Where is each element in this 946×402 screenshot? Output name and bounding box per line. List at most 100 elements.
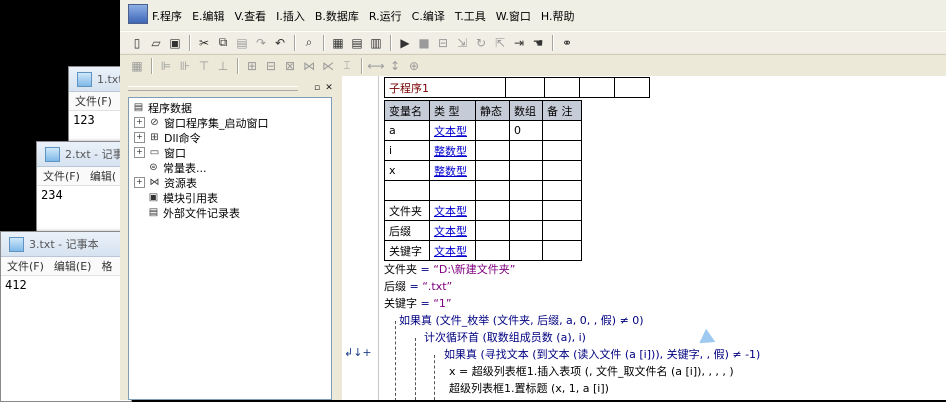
- var-static[interactable]: [475, 180, 510, 201]
- app-icon[interactable]: [128, 4, 148, 24]
- code-line-2[interactable]: 后缀 = “.txt”: [384, 278, 452, 295]
- binoculars-icon[interactable]: ⚭: [558, 34, 576, 52]
- align-left-icon[interactable]: ⊫: [157, 57, 175, 75]
- same-width-icon[interactable]: ⊞: [243, 57, 261, 75]
- editor-gutter[interactable]: ↲↓+: [342, 76, 379, 400]
- tree-node-dll[interactable]: + ⊞ Dll命令: [129, 130, 331, 145]
- table-cell[interactable]: [614, 77, 650, 98]
- vertical-space-icon[interactable]: ⋉: [319, 57, 337, 75]
- var-name[interactable]: 后缀: [384, 220, 430, 241]
- window-panel-icon[interactable]: ▥: [367, 34, 385, 52]
- menu-view[interactable]: V.查看: [235, 8, 267, 24]
- table-row[interactable]: a 文本型 0: [384, 120, 582, 141]
- tree-node-external-files[interactable]: ▤ 外部文件记录表: [129, 205, 331, 220]
- var-type[interactable]: [429, 180, 476, 201]
- grid-icon[interactable]: ▦: [128, 57, 146, 75]
- menu-compile[interactable]: C.编译: [412, 8, 445, 24]
- var-note[interactable]: [542, 200, 582, 221]
- align-top-icon[interactable]: ⊤: [195, 57, 213, 75]
- menu-run[interactable]: R.运行: [369, 8, 402, 24]
- paste-icon[interactable]: ▤: [233, 34, 251, 52]
- save-icon[interactable]: ▣: [166, 34, 184, 52]
- find-icon[interactable]: ⌕: [300, 34, 318, 52]
- var-array[interactable]: [509, 160, 543, 181]
- var-static[interactable]: [475, 200, 510, 221]
- code-line-3[interactable]: 关键字 = “1”: [384, 295, 452, 312]
- window-layout-icon[interactable]: ▦: [329, 34, 347, 52]
- menu-insert[interactable]: I.插入: [276, 8, 305, 24]
- notepad-3-menu-edit[interactable]: 编辑(E): [54, 258, 92, 274]
- table-row[interactable]: x 整数型: [384, 160, 582, 181]
- notepad-3-menu-file[interactable]: 文件(F): [7, 258, 44, 274]
- table-row[interactable]: 后缀 文本型: [384, 220, 582, 241]
- menu-help[interactable]: H.帮助: [541, 8, 575, 24]
- code-line-5[interactable]: 计次循环首 (取数组成员数 (a), i): [424, 329, 586, 346]
- code-line-8[interactable]: 超级列表框1.置标题 (x, 1, a [i]): [449, 380, 609, 397]
- notepad-window-3[interactable]: 3.txt - 记事本 文件(F) 编辑(E) 格 412: [0, 231, 132, 402]
- undo-icon[interactable]: ↶: [271, 34, 289, 52]
- var-array[interactable]: [509, 200, 543, 221]
- notepad-2-menu-edit[interactable]: 编辑(: [90, 168, 116, 184]
- var-type[interactable]: 文本型: [429, 220, 476, 241]
- step-icon[interactable]: ⊟: [434, 34, 452, 52]
- var-note[interactable]: [542, 220, 582, 241]
- expand-icon[interactable]: +: [134, 132, 145, 143]
- redo-icon[interactable]: ↷: [252, 34, 270, 52]
- tree-node-module-ref[interactable]: ▣ 模块引用表: [129, 190, 331, 205]
- table-row[interactable]: [384, 180, 582, 201]
- code-line-4[interactable]: 如果真 (文件_枚举 (文件夹, 后缀, a, 0, , 假) ≠ 0): [399, 312, 644, 329]
- run-to-cursor-icon[interactable]: ⇥: [510, 34, 528, 52]
- var-type[interactable]: 整数型: [429, 160, 476, 181]
- menu-tools[interactable]: T.工具: [455, 8, 486, 24]
- var-name[interactable]: 文件夹: [384, 200, 430, 221]
- step-into-icon[interactable]: ⇲: [453, 34, 471, 52]
- menu-program[interactable]: F.程序: [152, 8, 182, 24]
- run-icon[interactable]: ▶: [396, 34, 414, 52]
- program-tree[interactable]: ▤ 程序数据 + ⊘ 窗口程序集_启动窗口 + ⊞ Dll命令 + ▭ 窗口 ⊜…: [128, 97, 332, 400]
- horizontal-space-icon[interactable]: ⋈: [300, 57, 318, 75]
- var-type[interactable]: 文本型: [429, 200, 476, 221]
- var-note[interactable]: [542, 160, 582, 181]
- var-static[interactable]: [475, 120, 510, 141]
- tree-node-resources[interactable]: + ⋈ 资源表: [129, 175, 331, 190]
- window-split-icon[interactable]: ▤: [348, 34, 366, 52]
- align-bottom-icon[interactable]: ⊥: [214, 57, 232, 75]
- var-array[interactable]: [509, 240, 543, 261]
- step-over-icon[interactable]: ↻: [472, 34, 490, 52]
- var-name[interactable]: 关键字: [384, 240, 430, 261]
- table-row[interactable]: i 整数型: [384, 140, 582, 161]
- var-static[interactable]: [475, 160, 510, 181]
- var-array[interactable]: 0: [509, 120, 543, 141]
- var-array[interactable]: [509, 140, 543, 161]
- center-both-icon[interactable]: ⊕: [405, 57, 423, 75]
- align-center-icon[interactable]: ⊪: [176, 57, 194, 75]
- notepad-2-menu-file[interactable]: 文件(F): [43, 168, 80, 184]
- tree-node-window[interactable]: + ▭ 窗口: [129, 145, 331, 160]
- var-note[interactable]: [542, 120, 582, 141]
- hand-icon[interactable]: ☚: [529, 34, 547, 52]
- var-note[interactable]: [542, 240, 582, 261]
- var-array[interactable]: [509, 180, 543, 201]
- code-line-6[interactable]: 如果真 (寻找文本 (到文本 (读入文件 (a [i])), 关键字, , 假)…: [444, 346, 760, 363]
- new-file-icon[interactable]: ▯: [128, 34, 146, 52]
- center-vertical-icon[interactable]: ↕: [386, 57, 404, 75]
- table-cell[interactable]: [544, 77, 580, 98]
- var-type[interactable]: 整数型: [429, 140, 476, 161]
- code-editor[interactable]: 子程序1 变量名 类 型 静态 数组 备 注 a 文本型 0 i 整数型 x 整…: [379, 76, 946, 400]
- var-name[interactable]: i: [384, 140, 430, 161]
- expand-icon[interactable]: +: [134, 177, 145, 188]
- tree-node-window-assembly[interactable]: + ⊘ 窗口程序集_启动窗口: [129, 115, 331, 130]
- table-row[interactable]: 关键字 文本型: [384, 240, 582, 261]
- var-name[interactable]: x: [384, 160, 430, 181]
- var-static[interactable]: [475, 220, 510, 241]
- tree-node-root[interactable]: ▤ 程序数据: [129, 100, 331, 115]
- fold-marker[interactable]: ↲↓+: [344, 346, 372, 359]
- table-cell[interactable]: [505, 77, 545, 98]
- var-type[interactable]: 文本型: [429, 120, 476, 141]
- same-size-icon[interactable]: ⊠: [281, 57, 299, 75]
- var-static[interactable]: [475, 140, 510, 161]
- subroutine-name[interactable]: 子程序1: [384, 77, 506, 98]
- notepad-3-titlebar[interactable]: 3.txt - 记事本: [1, 232, 131, 257]
- tab-order-icon[interactable]: ⌶: [338, 57, 356, 75]
- expand-icon[interactable]: +: [134, 147, 145, 158]
